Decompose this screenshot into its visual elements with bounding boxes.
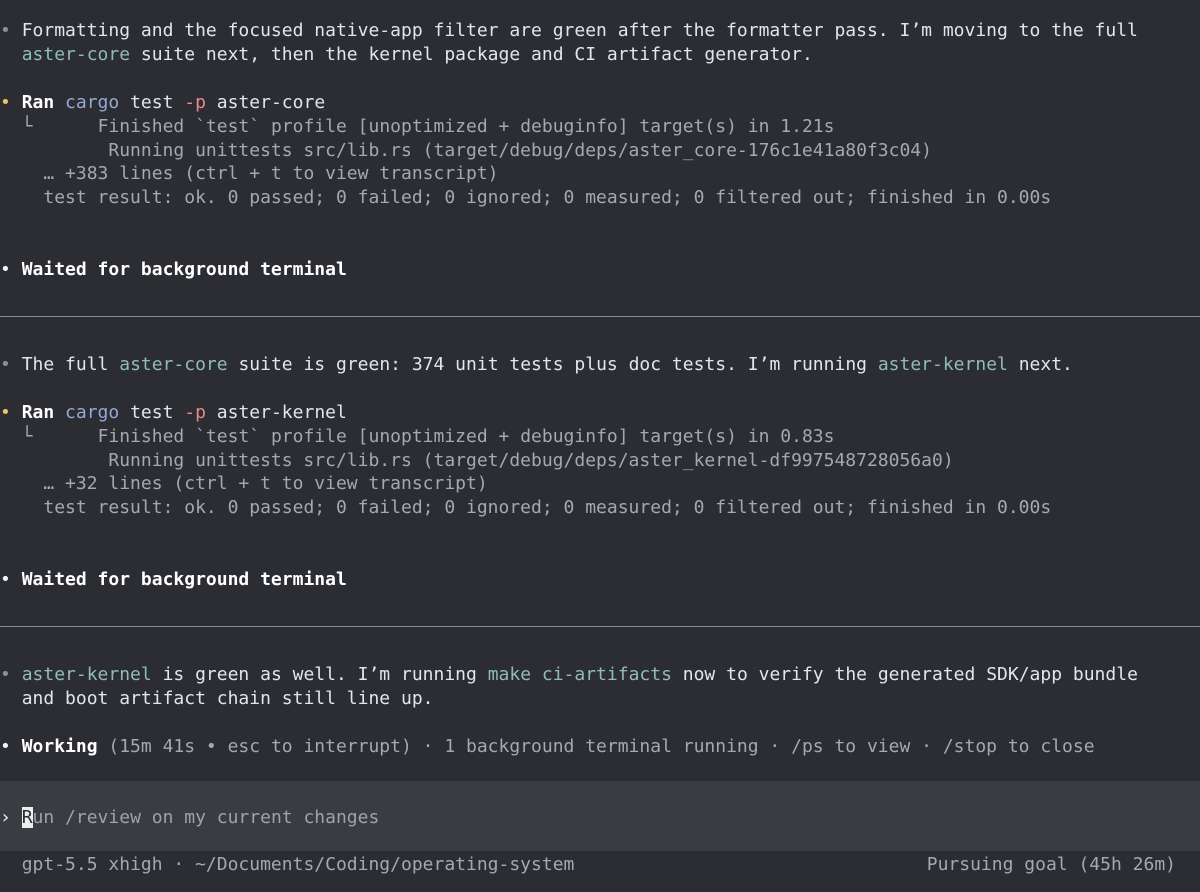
command-sub: test [119,92,185,113]
command-output: └ Finished `test` profile [unoptimized +… [0,425,835,449]
truncated-lines-text[interactable]: … +383 lines (ctrl + t to view transcrip… [43,163,498,184]
working-status: • Working (15m 41s • esc to interrupt) ·… [0,735,1095,759]
working-detail: (15m 41s • esc to interrupt) · 1 backgro… [97,736,1095,757]
command-name: cargo [65,402,120,423]
working-label: Working [21,736,98,757]
model-and-path: gpt-5.5 xhigh · ~/Documents/Coding/opera… [21,854,575,875]
output-line: test result: ok. 0 passed; 0 failed; 0 i… [43,187,1052,208]
code-highlight: make ci-artifacts [487,664,672,685]
message-text: suite is green: 374 unit tests plus doc … [227,354,878,375]
assistant-message-cont: aster-core suite next, then the kernel p… [0,43,813,67]
command-output: └ Finished `test` profile [unoptimized +… [0,115,835,139]
message-text: next. [1007,354,1073,375]
command-flag: -p [184,92,206,113]
goal-status: Pursuing goal (45h 26m) [926,854,1176,875]
wait-text: Waited for background terminal [21,259,347,280]
wait-text: Waited for background terminal [21,569,347,590]
code-highlight: aster-core [21,44,131,65]
message-text: and boot artifact chain still line up. [21,688,434,709]
output-line: Running unittests src/lib.rs (target/deb… [54,450,954,471]
wait-status: • Waited for background terminal [0,258,347,282]
prompt-chevron-icon: › [0,807,11,828]
code-highlight: aster-kernel [21,664,152,685]
message-text: The full [21,354,120,375]
command-output: Running unittests src/lib.rs (target/deb… [0,139,932,163]
run-command: • Ran cargo test -p aster-core [0,91,325,115]
output-line: Finished `test` profile [unoptimized + d… [54,116,835,137]
output-line: Running unittests src/lib.rs (target/deb… [54,140,932,161]
output-line: Finished `test` profile [unoptimized + d… [54,426,835,447]
command-name: cargo [65,92,120,113]
message-text: suite next, then the kernel package and … [130,44,813,65]
message-text: now to verify the generated SDK/app bund… [671,664,1138,685]
message-text: Formatting and the focused native-app fi… [21,20,1138,41]
tree-branch-icon: └ [21,426,33,447]
section-divider [0,626,1200,627]
message-text: is green as well. I’m running [151,664,488,685]
command-bullet: • [0,402,11,423]
command-package: aster-core [205,92,326,113]
message-bullet: • [0,354,11,375]
status-bullet: • [0,736,11,757]
composer-input[interactable]: › Run /review on my current changes [0,781,1200,851]
assistant-message-cont: and boot artifact chain still line up. [0,687,434,711]
composer-line[interactable]: › Run /review on my current changes [0,806,379,830]
tree-branch-icon: └ [21,116,33,137]
command-bullet: • [0,92,11,113]
output-line: test result: ok. 0 passed; 0 failed; 0 i… [43,497,1052,518]
assistant-message: • The full aster-core suite is green: 37… [0,353,1073,377]
run-command: • Ran cargo test -p aster-kernel [0,401,347,425]
assistant-message: • Formatting and the focused native-app … [0,19,1138,43]
footer-model-path: gpt-5.5 xhigh · ~/Documents/Coding/opera… [0,853,575,877]
truncated-lines[interactable]: … +383 lines (ctrl + t to view transcrip… [0,162,498,186]
command-flag: -p [184,402,206,423]
code-highlight: aster-kernel [877,354,1008,375]
status-bullet: • [0,259,11,280]
wait-status: • Waited for background terminal [0,568,347,592]
message-bullet: • [0,664,11,685]
text-cursor[interactable]: R [21,807,33,828]
truncated-lines-text[interactable]: … +32 lines (ctrl + t to view transcript… [43,473,487,494]
status-bullet: • [0,569,11,590]
section-divider [0,316,1200,317]
code-highlight: aster-core [119,354,228,375]
ran-label: Ran [21,402,55,423]
command-output: test result: ok. 0 passed; 0 failed; 0 i… [0,186,1051,210]
ran-label: Ran [21,92,55,113]
truncated-lines[interactable]: … +32 lines (ctrl + t to view transcript… [0,472,487,496]
command-package: aster-kernel [205,402,347,423]
command-output: test result: ok. 0 passed; 0 failed; 0 i… [0,496,1051,520]
composer-placeholder[interactable]: un /review on my current changes [33,807,380,828]
command-output: Running unittests src/lib.rs (target/deb… [0,449,954,473]
command-sub: test [119,402,185,423]
message-bullet: • [0,20,11,41]
assistant-message: • aster-kernel is green as well. I’m run… [0,663,1138,687]
